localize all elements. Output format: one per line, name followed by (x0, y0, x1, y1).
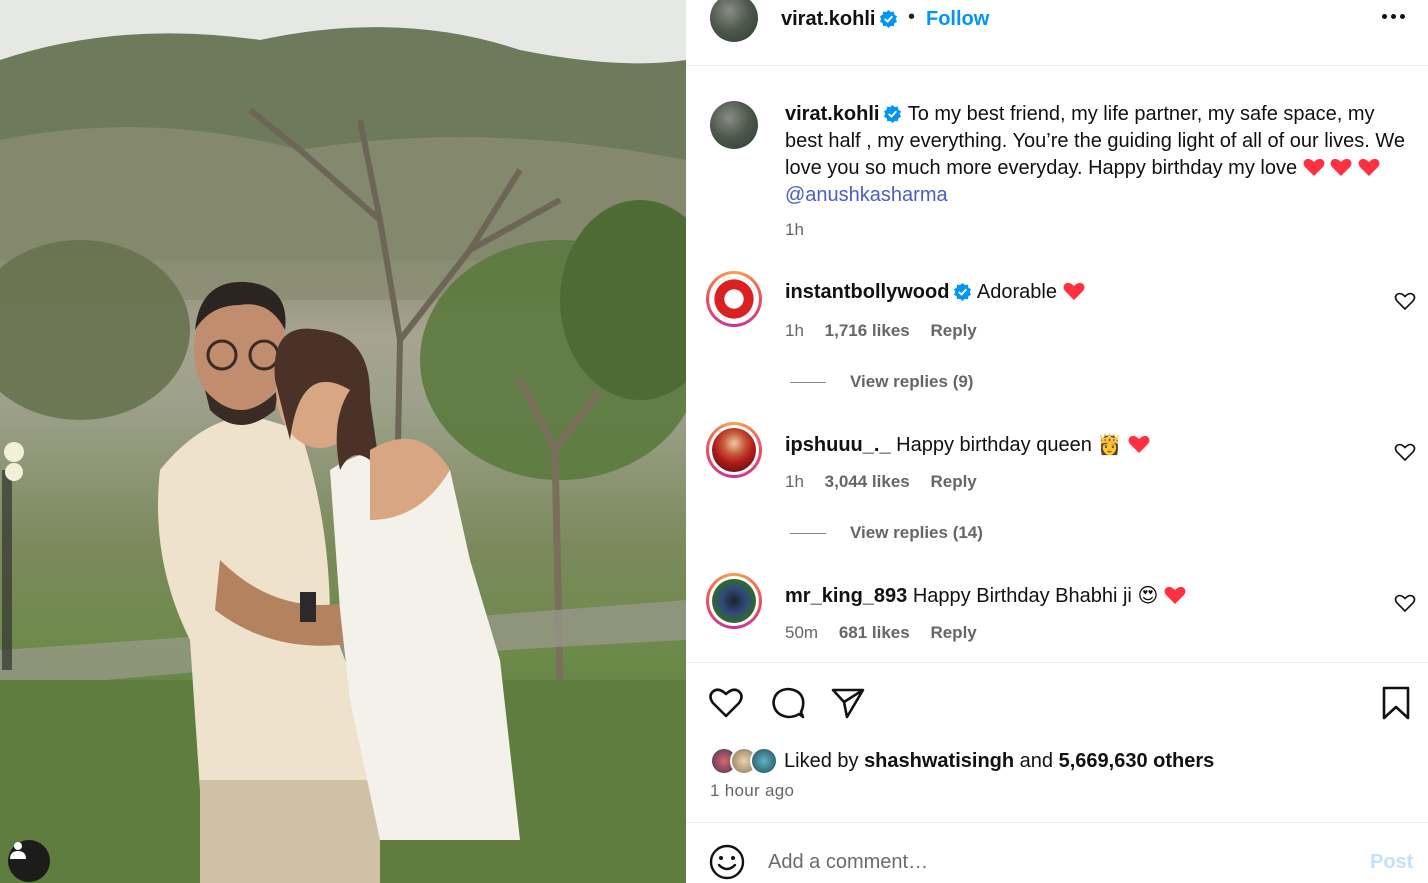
post-actions: Liked by shashwatisingh and 5,669,630 ot… (686, 662, 1428, 822)
comment-time: 1h (785, 321, 804, 340)
caption-author-avatar[interactable] (710, 101, 758, 149)
share-icon[interactable] (830, 685, 866, 721)
reply-button[interactable]: Reply (930, 623, 976, 642)
comment-body: Happy birthday queen (896, 434, 1092, 456)
liker-avatars (710, 747, 778, 775)
comment-meta: 1h 1,716 likes Reply (785, 321, 993, 341)
comment-text: mr_king_893 Happy Birthday Bhabhi ji 😍 (785, 583, 1186, 608)
liked-by-others[interactable]: 5,669,630 others (1059, 750, 1215, 773)
heart-icon[interactable] (708, 685, 744, 721)
follow-button[interactable]: Follow (926, 8, 989, 31)
comment-time: 50m (785, 623, 819, 642)
post-header: virat.kohli • Follow (686, 0, 1428, 66)
post-timestamp: 1 hour ago (710, 781, 795, 800)
comment-likes[interactable]: 1,716 likes (825, 321, 910, 340)
caption-author-username[interactable]: virat.kohli (785, 103, 902, 125)
add-comment-bar: Post (686, 822, 1428, 883)
separator-dot: • (908, 6, 916, 28)
view-replies-button[interactable]: View replies (14) (790, 523, 983, 543)
red-heart-emoji-icon (1164, 586, 1186, 604)
commenter-username[interactable]: mr_king_893 (785, 585, 907, 607)
liked-by-prefix: Liked by (784, 749, 859, 772)
profile-icon[interactable] (8, 840, 50, 882)
commenter-avatar[interactable] (706, 573, 762, 629)
comment-text: instantbollywood Adorable (785, 281, 1085, 304)
princess-emoji: 👸 (1097, 434, 1123, 456)
post-photo[interactable] (0, 0, 686, 883)
more-options-icon[interactable] (1378, 4, 1408, 28)
liked-by-and: and (1019, 749, 1054, 772)
post-side-panel: virat.kohli • Follow virat.kohli To my b… (686, 0, 1428, 883)
view-replies-button[interactable]: View replies (9) (790, 372, 973, 392)
emoji-icon[interactable] (708, 843, 746, 881)
red-heart-emoji-icon (1128, 435, 1150, 453)
comment-time: 1h (785, 472, 804, 491)
comment-meta: 1h 3,044 likes Reply (785, 472, 993, 492)
comment-likes[interactable]: 3,044 likes (825, 472, 910, 491)
liked-by-summary[interactable]: Liked by shashwatisingh and 5,669,630 ot… (710, 747, 1214, 775)
photo-scene (0, 0, 686, 883)
red-heart-emoji-icon (1303, 158, 1325, 176)
comment-text: ipshuuu_._ Happy birthday queen 👸 (785, 432, 1150, 457)
red-heart-emoji-icon (1063, 282, 1085, 300)
caption-mention-link[interactable]: @anushkasharma (785, 184, 948, 206)
verified-badge-icon (884, 104, 902, 123)
post-comment-button[interactable]: Post (1370, 851, 1413, 874)
commenter-username[interactable]: ipshuuu_._ (785, 434, 891, 456)
verified-badge-icon (954, 282, 972, 301)
heart-icon[interactable] (1394, 593, 1416, 613)
comment-body: Adorable (976, 281, 1057, 303)
caption-text: virat.kohli To my best friend, my life p… (785, 101, 1410, 209)
caption-timestamp: 1h (785, 220, 804, 239)
commenter-avatar[interactable] (706, 271, 762, 327)
red-heart-emoji-icon (1330, 158, 1352, 176)
heart-eyes-emoji: 😍 (1137, 585, 1159, 607)
comment-body: Happy Birthday Bhabhi ji (912, 585, 1132, 607)
comment-input[interactable] (768, 847, 1328, 877)
author-avatar[interactable] (710, 0, 758, 42)
author-username[interactable]: virat.kohli (781, 8, 898, 31)
heart-icon[interactable] (1394, 291, 1416, 311)
heart-icon[interactable] (1394, 442, 1416, 462)
reply-button[interactable]: Reply (930, 472, 976, 491)
commenter-username[interactable]: instantbollywood (785, 281, 949, 303)
verified-badge-icon (880, 9, 898, 28)
commenter-avatar[interactable] (706, 422, 762, 478)
reply-button[interactable]: Reply (930, 321, 976, 340)
comment-meta: 50m 681 likes Reply (785, 623, 993, 643)
comment-likes[interactable]: 681 likes (839, 623, 910, 642)
bookmark-icon[interactable] (1378, 685, 1414, 721)
comment-icon[interactable] (770, 685, 806, 721)
red-heart-emoji-icon (1358, 158, 1380, 176)
liked-by-user[interactable]: shashwatisingh (864, 750, 1014, 773)
